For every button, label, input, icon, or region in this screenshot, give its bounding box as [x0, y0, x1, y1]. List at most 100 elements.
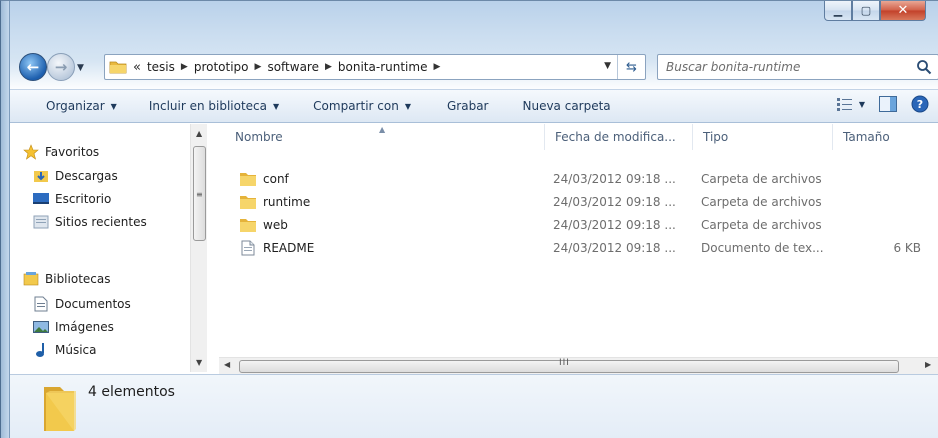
file-type: Documento de tex... [701, 241, 824, 255]
document-icon [32, 296, 50, 312]
window-left-frame [1, 1, 10, 438]
table-row[interactable]: runtime 24/03/2012 09:18 ... Carpeta de … [209, 191, 938, 213]
folder-icon [109, 61, 127, 74]
folder-icon [240, 219, 256, 232]
preview-pane-icon[interactable] [879, 96, 897, 112]
address-dropdown-icon[interactable]: ▼ [604, 61, 611, 71]
images-icon [32, 319, 50, 335]
scrollbar-grip-icon: III [559, 358, 570, 368]
change-view-button[interactable]: ▼ [836, 97, 865, 111]
nav-item-libraries[interactable]: Bibliotecas [22, 269, 110, 289]
file-name-cell: README [239, 237, 314, 259]
music-icon [32, 342, 50, 358]
organize-label: Organizar [46, 99, 105, 113]
breadcrumb-item-prototipo[interactable]: prototipo [194, 60, 249, 74]
minimize-icon: ▁ [833, 4, 843, 17]
organize-menu[interactable]: Organizar ▼ [40, 94, 123, 118]
minimize-button[interactable]: ▁ [824, 1, 852, 21]
sort-ascending-icon: ▲ [379, 125, 386, 134]
burn-button[interactable]: Grabar [441, 94, 495, 118]
breadcrumb-item-tesis[interactable]: tesis [147, 60, 175, 74]
command-bar: Organizar ▼ Incluir en biblioteca ▼ Comp… [10, 89, 938, 123]
scroll-up-icon[interactable]: ▲ [196, 129, 202, 138]
file-date: 24/03/2012 09:18 ... [553, 172, 676, 186]
star-icon [22, 144, 40, 160]
desktop-icon [32, 191, 50, 207]
recent-pages-dropdown[interactable]: ▼ [77, 63, 84, 73]
breadcrumb-item-bonita-runtime[interactable]: bonita-runtime [338, 60, 428, 74]
address-row: ← → ▼ « tesis ▶ prototipo ▶ software ▶ b… [10, 50, 938, 84]
share-menu[interactable]: Compartir con ▼ [307, 94, 417, 118]
nav-item-label: Sitios recientes [55, 215, 147, 229]
column-header-size[interactable]: Tamaño [833, 124, 929, 150]
refresh-icon: ⇆ [626, 59, 637, 75]
breadcrumb-separator-icon[interactable]: ▶ [325, 62, 332, 72]
new-folder-label: Nueva carpeta [522, 99, 611, 113]
nav-item-label: Descargas [55, 169, 118, 183]
back-arrow-icon: ← [26, 58, 40, 76]
nav-item-recent-places[interactable]: Sitios recientes [32, 212, 147, 232]
breadcrumb-separator-icon[interactable]: ▶ [181, 62, 188, 72]
nav-item-downloads[interactable]: Descargas [32, 166, 118, 186]
navigation-pane: Favoritos Descargas Escritorio Sitios re… [10, 124, 210, 372]
help-icon[interactable]: ? [911, 95, 929, 113]
nav-item-desktop[interactable]: Escritorio [32, 189, 111, 209]
navigation-scrollbar[interactable]: ▲ ≡ ▼ [190, 124, 207, 372]
item-count: 4 elementos [88, 384, 175, 400]
scroll-right-icon[interactable]: ▶ [925, 360, 931, 369]
scroll-left-icon[interactable]: ◀ [224, 360, 230, 369]
address-bar[interactable]: « tesis ▶ prototipo ▶ software ▶ bonita-… [104, 54, 646, 80]
scroll-down-icon[interactable]: ▼ [196, 358, 202, 367]
maximize-button[interactable]: ▢ [852, 1, 880, 21]
breadcrumb-item-software[interactable]: software [267, 60, 319, 74]
forward-button[interactable]: → [47, 53, 75, 81]
nav-item-favorites[interactable]: Favoritos [22, 142, 99, 162]
file-type: Carpeta de archivos [701, 218, 822, 232]
nav-item-images[interactable]: Imágenes [32, 317, 114, 337]
column-header-label: Tipo [703, 130, 729, 144]
table-row[interactable]: conf 24/03/2012 09:18 ... Carpeta de arc… [209, 168, 938, 190]
horizontal-scrollbar[interactable]: ◀ III ▶ [219, 357, 938, 374]
search-box[interactable] [657, 54, 938, 80]
nav-item-label: Música [55, 343, 97, 357]
breadcrumb-separator-icon[interactable]: ▶ [255, 62, 262, 72]
nav-item-label: Bibliotecas [45, 272, 111, 286]
explorer-window: ▁ ▢ ✕ ← → ▼ « tesis ▶ prototipo ▶ softwa… [0, 0, 938, 438]
nav-item-label: Escritorio [55, 192, 112, 206]
file-date: 24/03/2012 09:18 ... [553, 241, 676, 255]
search-icon[interactable] [916, 59, 932, 75]
chevron-down-icon: ▼ [110, 101, 117, 111]
file-name-cell: conf [239, 168, 289, 190]
file-date: 24/03/2012 09:18 ... [553, 218, 676, 232]
nav-item-documents[interactable]: Documentos [32, 294, 131, 314]
include-library-menu[interactable]: Incluir en biblioteca ▼ [143, 94, 285, 118]
maximize-icon: ▢ [860, 4, 872, 17]
chevron-down-icon: ▼ [273, 101, 280, 111]
breadcrumb-separator-icon[interactable]: ▶ [433, 62, 440, 72]
burn-label: Grabar [446, 99, 489, 113]
search-input[interactable] [666, 60, 906, 74]
back-button[interactable]: ← [19, 53, 47, 81]
file-name: runtime [263, 195, 311, 209]
file-name-cell: web [239, 214, 288, 236]
folder-icon [240, 196, 256, 209]
refresh-button[interactable]: ⇆ [617, 55, 645, 79]
nav-item-label: Favoritos [45, 145, 100, 159]
recent-places-icon [32, 214, 50, 230]
close-button[interactable]: ✕ [880, 1, 926, 21]
new-folder-button[interactable]: Nueva carpeta [516, 94, 616, 118]
column-header-date[interactable]: Fecha de modifica... [545, 124, 693, 150]
chevron-down-icon: ▼ [858, 99, 865, 109]
table-row[interactable]: web 24/03/2012 09:18 ... Carpeta de arch… [209, 214, 938, 236]
file-name: README [263, 241, 315, 255]
nav-item-music[interactable]: Música [32, 340, 97, 360]
column-header-label: Fecha de modifica... [555, 130, 676, 144]
view-controls: ▼ ? [836, 95, 929, 113]
forward-arrow-icon: → [54, 58, 68, 76]
file-date: 24/03/2012 09:18 ... [553, 195, 676, 209]
file-name: web [263, 218, 288, 232]
column-header-type[interactable]: Tipo [693, 124, 833, 150]
breadcrumb-overflow[interactable]: « [133, 60, 141, 75]
svg-text:?: ? [917, 98, 923, 111]
table-row[interactable]: README 24/03/2012 09:18 ... Documento de… [209, 237, 938, 259]
